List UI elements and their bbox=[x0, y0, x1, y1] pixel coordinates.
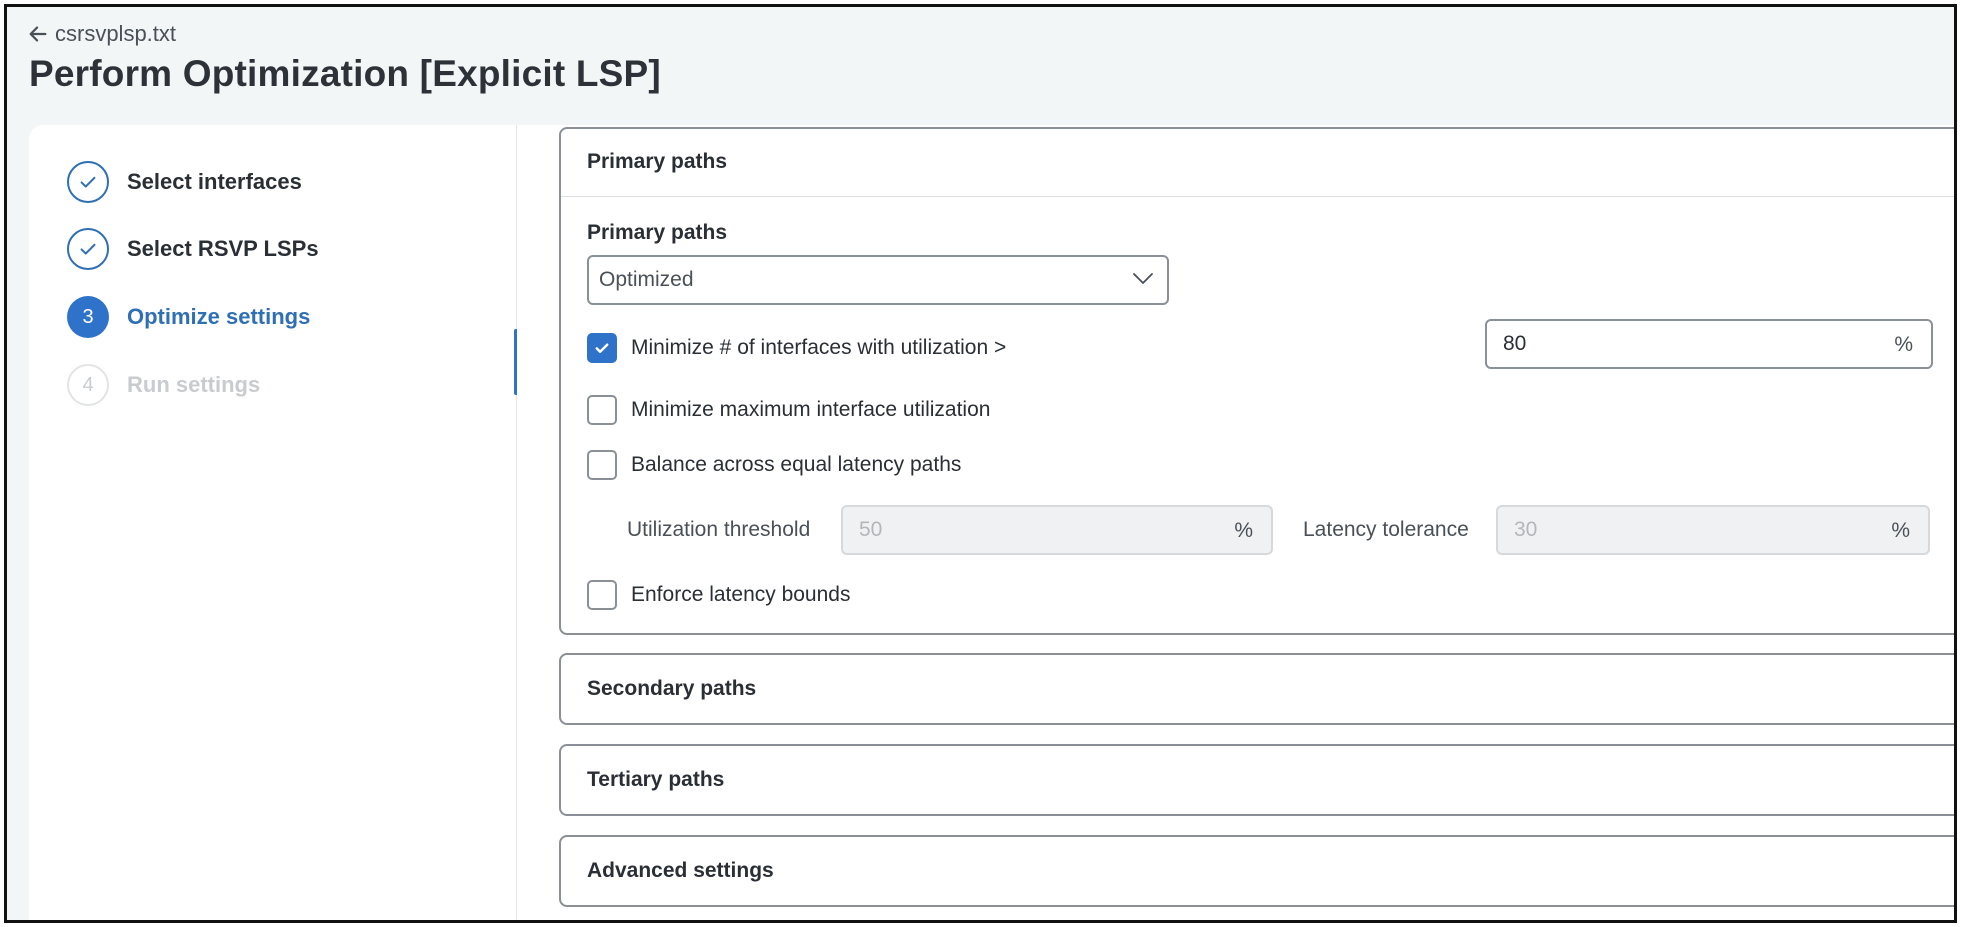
latency-tolerance-label: Latency tolerance bbox=[1303, 518, 1469, 541]
minimize-interfaces-option[interactable]: Minimize # of interfaces with utilizatio… bbox=[587, 333, 1006, 363]
step-optimize-settings[interactable]: 3 Optimize settings bbox=[67, 296, 310, 338]
input-placeholder: 50 bbox=[859, 518, 883, 541]
percent-unit: % bbox=[1891, 519, 1910, 542]
wizard-sidebar: Select interfaces Select RSVP LSPs 3 Opt… bbox=[29, 125, 519, 920]
panel-header[interactable]: Primary paths bbox=[561, 129, 1954, 197]
step-select-rsvp-lsps[interactable]: Select RSVP LSPs bbox=[67, 228, 319, 270]
checkbox-label: Enforce latency bounds bbox=[631, 583, 851, 606]
page-header: csrsvplsp.txt Perform Optimization [Expl… bbox=[7, 7, 1954, 125]
percent-unit: % bbox=[1894, 333, 1913, 356]
panel-header[interactable]: Tertiary paths bbox=[561, 746, 1954, 814]
primary-paths-label: Primary paths bbox=[587, 221, 728, 244]
balance-option[interactable]: Balance across equal latency paths bbox=[587, 450, 961, 480]
minimize-max-checkbox[interactable] bbox=[587, 395, 617, 425]
primary-paths-panel: Primary paths Primary paths Optimized Mi… bbox=[559, 127, 1954, 635]
step-complete-icon bbox=[67, 228, 109, 270]
step-select-interfaces[interactable]: Select interfaces bbox=[67, 161, 302, 203]
latency-tolerance-input[interactable]: 30 % bbox=[1496, 505, 1930, 555]
step-label: Select interfaces bbox=[127, 169, 302, 194]
step-complete-icon bbox=[67, 161, 109, 203]
input-placeholder: 30 bbox=[1514, 518, 1538, 541]
utilization-threshold-label: Utilization threshold bbox=[627, 518, 811, 541]
balance-checkbox[interactable] bbox=[587, 450, 617, 480]
page-title: Perform Optimization [Explicit LSP] bbox=[29, 53, 661, 94]
enforce-latency-checkbox[interactable] bbox=[587, 580, 617, 610]
main-content: Primary paths Primary paths Optimized Mi… bbox=[517, 125, 1954, 920]
checkbox-label: Balance across equal latency paths bbox=[631, 453, 962, 476]
minimize-interfaces-checkbox[interactable] bbox=[587, 333, 617, 363]
advanced-settings-panel[interactable]: Advanced settings bbox=[559, 835, 1954, 907]
step-label: Run settings bbox=[127, 372, 261, 397]
back-link[interactable]: csrsvplsp.txt bbox=[27, 21, 176, 47]
utilization-input[interactable]: 80 % bbox=[1485, 319, 1933, 369]
utilization-threshold-input[interactable]: 50 % bbox=[841, 505, 1273, 555]
panel-header[interactable]: Advanced settings bbox=[561, 837, 1954, 905]
step-label: Select RSVP LSPs bbox=[127, 236, 319, 261]
percent-unit: % bbox=[1234, 519, 1253, 542]
chevron-down-icon bbox=[1133, 273, 1153, 284]
secondary-paths-panel[interactable]: Secondary paths bbox=[559, 653, 1954, 725]
checkbox-label: Minimize # of interfaces with utilizatio… bbox=[631, 336, 1007, 359]
select-value: Optimized bbox=[599, 268, 694, 291]
minimize-max-option[interactable]: Minimize maximum interface utilization bbox=[587, 395, 990, 425]
step-label: Optimize settings bbox=[127, 304, 311, 329]
checkmark-icon bbox=[595, 343, 609, 353]
primary-paths-select[interactable]: Optimized bbox=[587, 255, 1169, 305]
input-value: 80 bbox=[1503, 332, 1527, 355]
step-number: 3 bbox=[67, 296, 109, 338]
app-window: csrsvplsp.txt Perform Optimization [Expl… bbox=[4, 4, 1957, 923]
step-run-settings[interactable]: 4 Run settings bbox=[67, 364, 260, 406]
tertiary-paths-panel[interactable]: Tertiary paths bbox=[559, 744, 1954, 816]
checkbox-label: Minimize maximum interface utilization bbox=[631, 398, 991, 421]
arrow-left-icon bbox=[29, 26, 47, 42]
step-number: 4 bbox=[67, 364, 109, 406]
panel-header[interactable]: Secondary paths bbox=[561, 655, 1954, 723]
enforce-latency-option[interactable]: Enforce latency bounds bbox=[587, 580, 850, 610]
back-link-label[interactable]: csrsvplsp.txt bbox=[55, 21, 176, 47]
